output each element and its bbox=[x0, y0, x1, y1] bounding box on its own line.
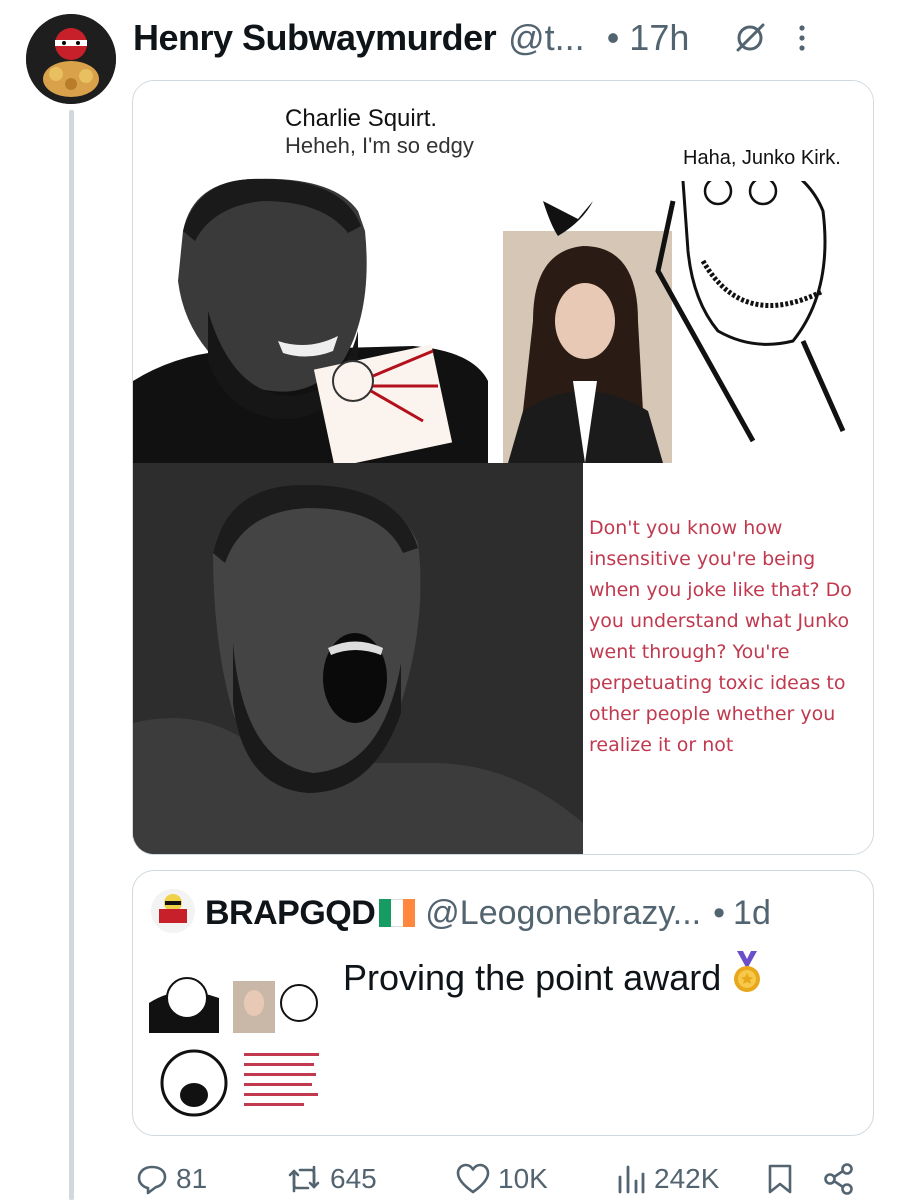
meme-panel-bottom-right: Don't you know how insensitive you're be… bbox=[583, 463, 873, 854]
meme-caption-right: Haha, Junko Kirk. bbox=[683, 147, 841, 169]
meme-panel-top-right: Haha, Junko Kirk. bbox=[503, 81, 873, 463]
repost-count: 645 bbox=[330, 1163, 377, 1194]
meme-caption-name: Charlie Squirt. bbox=[285, 105, 438, 132]
repost-icon bbox=[288, 1165, 320, 1193]
views-button[interactable]: 242K bbox=[616, 1163, 719, 1195]
like-button[interactable]: 10K bbox=[456, 1163, 548, 1195]
gigachad-image bbox=[133, 178, 488, 463]
thread-line bbox=[69, 110, 74, 1200]
quote-timestamp[interactable]: 1d bbox=[733, 894, 771, 933]
repost-button[interactable]: 645 bbox=[286, 1163, 377, 1195]
views-count: 242K bbox=[654, 1163, 720, 1194]
screaming-chad-image bbox=[133, 463, 583, 854]
separator-dot: • bbox=[606, 17, 620, 58]
quote-separator-dot: • bbox=[713, 893, 726, 932]
views-chart-icon bbox=[618, 1165, 645, 1194]
tweet-header: Henry Subwaymurder @t... • 17h bbox=[133, 14, 871, 62]
action-bar: 81 645 10K 242K bbox=[132, 1158, 872, 1200]
quote-display-name[interactable]: BRAPGQD bbox=[205, 894, 376, 933]
timestamp[interactable]: 17h bbox=[629, 17, 689, 59]
heart-icon bbox=[456, 1163, 490, 1194]
quote-header: BRAPGQD @Leogonebrazy... • 1d bbox=[205, 891, 771, 935]
quote-avatar[interactable] bbox=[151, 889, 195, 933]
ireland-flag-icon bbox=[379, 899, 416, 927]
display-name[interactable]: Henry Subwaymurder bbox=[133, 17, 497, 59]
reply-count: 81 bbox=[176, 1163, 208, 1194]
bookmark-button[interactable] bbox=[766, 1163, 794, 1195]
meme-speech-text: Don't you know how insensitive you're be… bbox=[589, 517, 852, 756]
like-count: 10K bbox=[498, 1163, 548, 1194]
share-icon bbox=[824, 1163, 853, 1195]
quote-handle[interactable]: @Leogonebrazy... bbox=[425, 894, 701, 933]
reply-button[interactable]: 81 bbox=[136, 1163, 207, 1195]
handle[interactable]: @t... bbox=[508, 17, 585, 59]
tweet-media[interactable]: Charlie Squirt. Heheh, I'm so edgy Haha,… bbox=[132, 80, 874, 855]
meme-caption-line: Heheh, I'm so edgy bbox=[285, 133, 474, 158]
meme-panel-bottom-left bbox=[133, 463, 583, 854]
quote-text-row: Proving the point award bbox=[343, 951, 763, 1004]
avatar[interactable] bbox=[26, 14, 116, 104]
quote-media-thumbnail[interactable] bbox=[149, 943, 325, 1123]
meme-panel-top-left: Charlie Squirt. Heheh, I'm so edgy bbox=[133, 81, 503, 463]
grok-slash-icon[interactable] bbox=[733, 21, 767, 55]
medal-icon bbox=[731, 951, 763, 1004]
photo-and-soyjak bbox=[503, 181, 846, 463]
more-dots-icon[interactable] bbox=[797, 23, 807, 53]
quote-tweet[interactable]: BRAPGQD @Leogonebrazy... • 1d Proving th bbox=[132, 870, 874, 1136]
reply-icon bbox=[137, 1165, 167, 1195]
bookmark-icon bbox=[768, 1164, 792, 1194]
quote-text: Proving the point award bbox=[343, 956, 722, 998]
share-button[interactable] bbox=[822, 1163, 856, 1195]
